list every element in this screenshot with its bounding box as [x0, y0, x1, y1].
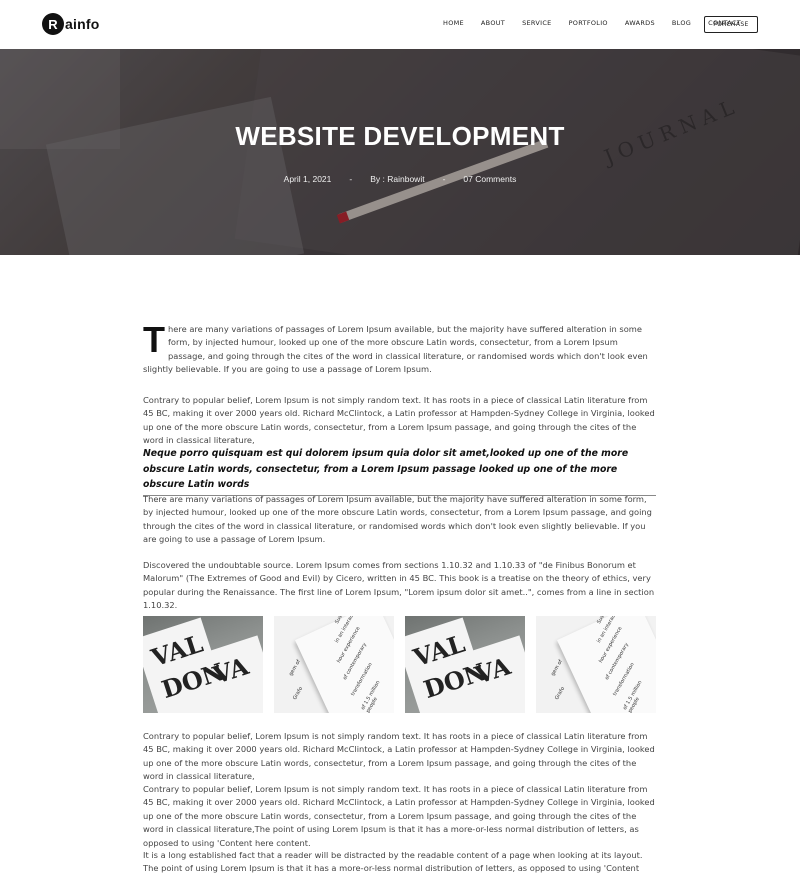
gallery-image-open-book[interactable]: Sustain alt design in an interactive hou…	[536, 616, 656, 713]
logo-text: ainfo	[65, 16, 100, 32]
post-author[interactable]: By : Rainbowit	[370, 174, 424, 184]
logo[interactable]: R ainfo	[42, 13, 99, 35]
page-text: gem of	[550, 659, 564, 677]
nav-item-home[interactable]: HOME	[443, 19, 464, 27]
meta-separator: -	[349, 174, 353, 184]
dropcap: T	[143, 319, 165, 360]
article-paragraph-3: There are many variations of passages of…	[143, 494, 652, 545]
nav-item-service[interactable]: SERVICE	[522, 19, 552, 27]
article-paragraph-6: Contrary to popular belief, Lorem Ipsum …	[143, 784, 655, 848]
page-text-line: Grafo	[554, 686, 567, 701]
site-header: R ainfo HOME ABOUT SERVICE PORTFOLIO AWA…	[0, 0, 800, 49]
purchase-button[interactable]: PURCHASE	[704, 16, 758, 33]
page-text-line: gem of	[550, 658, 564, 677]
logo-mark: R	[42, 13, 64, 35]
nav-item-awards[interactable]: AWARDS	[625, 19, 655, 27]
paragraph-text: here are many variations of passages of …	[143, 324, 648, 375]
gallery-image-books[interactable]: VAL DON VA	[405, 616, 525, 713]
page-text-line: Grafo	[292, 686, 305, 701]
page-text: Grafo	[554, 686, 566, 701]
gallery-image-books[interactable]: VAL DON VA	[143, 616, 263, 713]
post-meta: April 1, 2021 - By : Rainbowit - 07 Comments	[0, 174, 800, 184]
meta-separator: -	[442, 174, 446, 184]
hero-overlay	[0, 49, 800, 255]
page-text: gem of	[288, 659, 302, 677]
post-date: April 1, 2021	[283, 174, 332, 184]
nav-item-blog[interactable]: BLOG	[672, 19, 691, 27]
hero-banner: JOURNAL	[0, 49, 800, 255]
nav-item-portfolio[interactable]: PORTFOLIO	[569, 19, 608, 27]
page-text-line: gem of	[288, 658, 302, 677]
article-paragraph-1: There are many variations of passages of…	[143, 319, 656, 377]
gallery-image-open-book[interactable]: Sustain alt design in an interactive hou…	[274, 616, 394, 713]
article-quote: Neque porro quisquam est qui dolorem ips…	[143, 446, 656, 496]
post-comments[interactable]: 07 Comments	[463, 174, 516, 184]
article-paragraph-4: Discovered the undoubtable source. Lorem…	[143, 560, 655, 611]
article-paragraph-2: Contrary to popular belief, Lorem Ipsum …	[143, 395, 655, 446]
article-paragraph-5: Contrary to popular belief, Lorem Ipsum …	[143, 731, 655, 782]
article-paragraph-7: It is a long established fact that a rea…	[143, 850, 643, 874]
page-title: WEBSITE DEVELOPMENT	[235, 121, 565, 151]
nav-item-about[interactable]: ABOUT	[481, 19, 505, 27]
image-gallery: VAL DON VA Sustain alt design in an inte…	[143, 616, 656, 713]
page-text: Grafo	[292, 686, 304, 701]
